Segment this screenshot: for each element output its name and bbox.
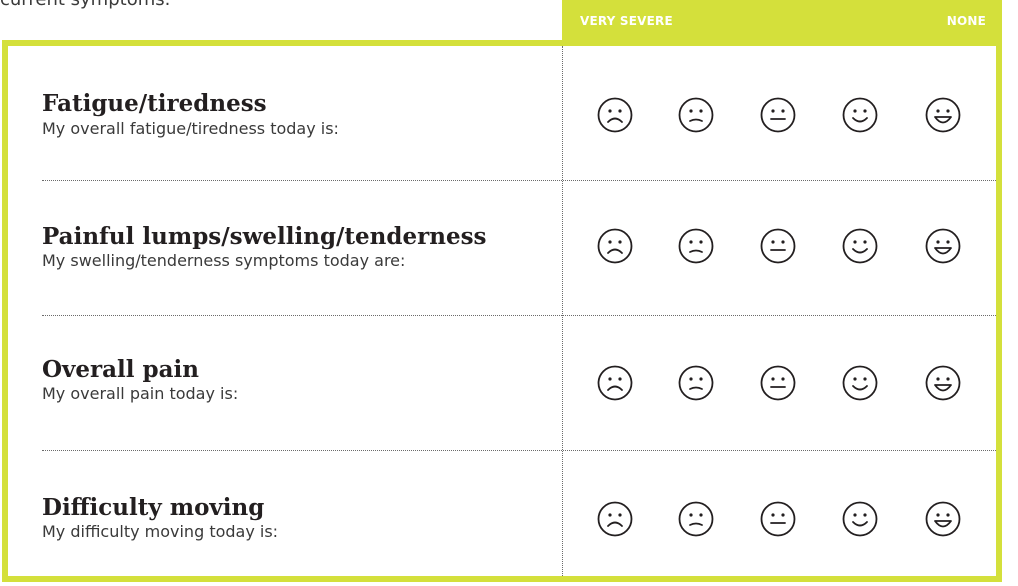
very-sad-face-icon[interactable]: [596, 227, 634, 265]
face-rating-group: [8, 451, 996, 586]
sad-face-icon[interactable]: [677, 227, 715, 265]
question-row-fatigue: Fatigue/tiredness My overall fatigue/tir…: [8, 46, 996, 181]
grin-face-icon[interactable]: [924, 227, 962, 265]
smile-face-icon[interactable]: [841, 227, 879, 265]
neutral-face-icon[interactable]: [759, 364, 797, 402]
sad-face-icon[interactable]: [677, 500, 715, 538]
neutral-face-icon[interactable]: [759, 96, 797, 134]
question-row-moving: Difficulty moving My difficulty moving t…: [8, 451, 996, 586]
grin-face-icon[interactable]: [924, 364, 962, 402]
face-rating-group: [8, 316, 996, 451]
face-rating-group: [8, 181, 996, 316]
smile-face-icon[interactable]: [841, 500, 879, 538]
rating-scale-header: VERY SEVERE NONE: [562, 0, 1002, 40]
very-sad-face-icon[interactable]: [596, 500, 634, 538]
scale-label-none: NONE: [946, 14, 986, 28]
neutral-face-icon[interactable]: [759, 227, 797, 265]
grin-face-icon[interactable]: [924, 96, 962, 134]
question-row-pain: Overall pain My overall pain today is:: [8, 316, 996, 451]
intro-text: current symptoms.: [0, 0, 170, 10]
sad-face-icon[interactable]: [677, 96, 715, 134]
face-rating-group: [8, 46, 996, 181]
neutral-face-icon[interactable]: [759, 500, 797, 538]
symptom-rating-card: Fatigue/tiredness My overall fatigue/tir…: [2, 40, 1002, 582]
scale-label-very-severe: VERY SEVERE: [580, 14, 673, 28]
grin-face-icon[interactable]: [924, 500, 962, 538]
very-sad-face-icon[interactable]: [596, 96, 634, 134]
sad-face-icon[interactable]: [677, 364, 715, 402]
question-row-swelling: Painful lumps/swelling/tenderness My swe…: [8, 181, 996, 316]
very-sad-face-icon[interactable]: [596, 364, 634, 402]
smile-face-icon[interactable]: [841, 364, 879, 402]
smile-face-icon[interactable]: [841, 96, 879, 134]
